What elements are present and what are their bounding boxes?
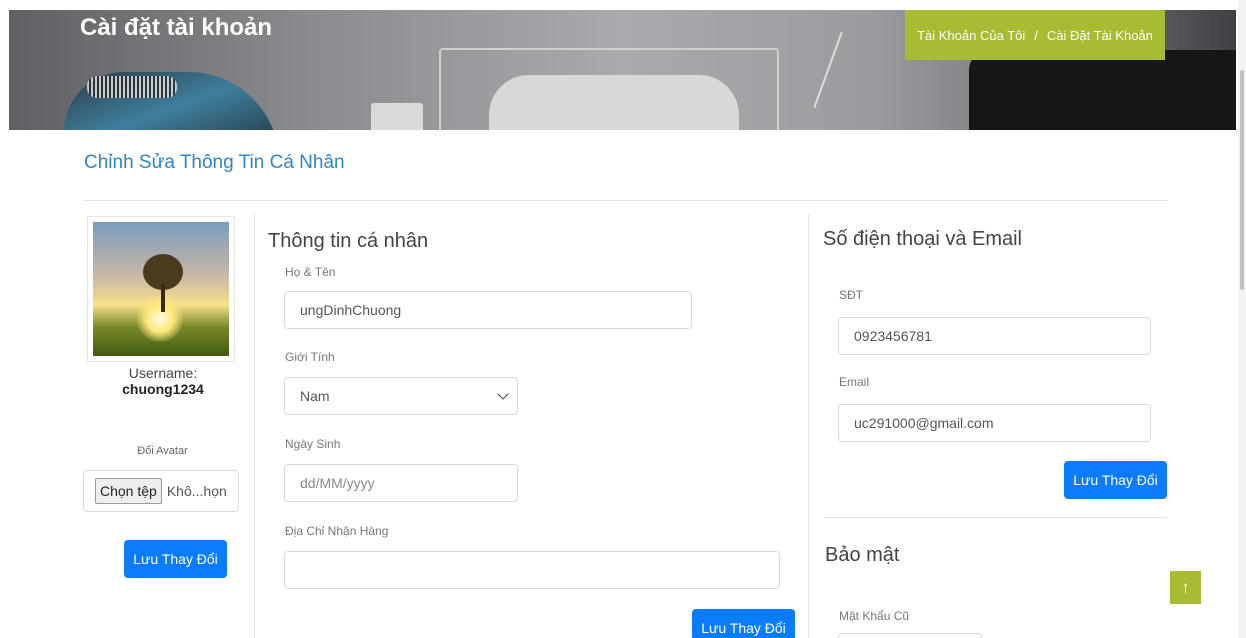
- phone-field[interactable]: 0923456781: [838, 317, 1151, 355]
- save-avatar-button[interactable]: Lưu Thay Đổi: [124, 540, 227, 578]
- phone-label: SĐT: [839, 288, 863, 302]
- email-label: Email: [839, 375, 870, 389]
- banner-phone-image: [371, 103, 423, 130]
- choose-file-button[interactable]: Chọn tệp: [95, 478, 162, 504]
- avatar-sun: [137, 296, 183, 342]
- gender-selected-value: Nam: [300, 388, 330, 404]
- page-title: Cài đặt tài khoản: [80, 14, 273, 41]
- email-field[interactable]: uc291000@gmail.com: [838, 404, 1151, 442]
- arrow-up-icon: ↑: [1181, 577, 1190, 597]
- gender-label: Giới Tính: [285, 350, 335, 364]
- breadcrumb-item-my-account[interactable]: Tài Khoản Của Tôi: [917, 28, 1025, 43]
- banner-hanger-image: [813, 32, 843, 108]
- contact-title: Số điện thoại và Email: [823, 228, 1023, 250]
- address-field[interactable]: [284, 551, 780, 589]
- security-title: Bảo mật: [825, 544, 900, 566]
- birthday-label: Ngày Sinh: [285, 437, 341, 451]
- name-field[interactable]: ungDinhChuong: [284, 291, 692, 329]
- breadcrumb-separator: /: [1034, 27, 1038, 43]
- divider: [84, 200, 1167, 201]
- save-personal-button[interactable]: Lưu Thay Đổi: [692, 609, 795, 638]
- username-text: Username: chuong1234: [88, 365, 238, 397]
- username-label: Username:: [128, 365, 198, 381]
- column-divider: [808, 214, 809, 638]
- banner-cloth-image: [969, 50, 1236, 130]
- scroll-top-button[interactable]: ↑: [1170, 571, 1201, 604]
- avatar-file-input[interactable]: Chọn tệp Khô...họn: [83, 470, 239, 512]
- name-label: Họ & Tên: [285, 265, 336, 279]
- gender-select[interactable]: Nam: [284, 377, 518, 415]
- old-password-label: Mật Khẩu Cũ: [839, 609, 910, 623]
- chevron-down-icon: [497, 388, 509, 400]
- personal-info-title: Thông tin cá nhân: [268, 230, 429, 252]
- breadcrumb-item-account-settings: Cài Đặt Tài Khoản: [1046, 27, 1153, 43]
- change-avatar-label: Đổi Avatar: [137, 445, 188, 457]
- birthday-input[interactable]: dd/MM/yyyy: [284, 464, 518, 502]
- breadcrumb: Tài Khoản Của Tôi / Cài Đặt Tài Khoản: [905, 10, 1165, 60]
- address-label: Địa Chỉ Nhận Hàng: [285, 524, 389, 538]
- avatar: [87, 216, 235, 362]
- scrollbar-thumb[interactable]: [1240, 70, 1244, 290]
- username-value: chuong1234: [122, 381, 204, 397]
- file-status-text: Khô...họn: [166, 483, 227, 499]
- section-heading: Chỉnh Sửa Thông Tin Cá Nhân: [84, 152, 345, 173]
- avatar-image: [93, 222, 229, 356]
- column-divider: [254, 214, 255, 638]
- banner-shirt-image: [489, 75, 739, 130]
- banner-bag-strap: [87, 76, 177, 98]
- divider: [824, 517, 1167, 518]
- save-contact-button[interactable]: Lưu Thay Đổi: [1064, 461, 1167, 499]
- avatar-tree-trunk: [161, 284, 165, 312]
- old-password-field[interactable]: [838, 633, 982, 638]
